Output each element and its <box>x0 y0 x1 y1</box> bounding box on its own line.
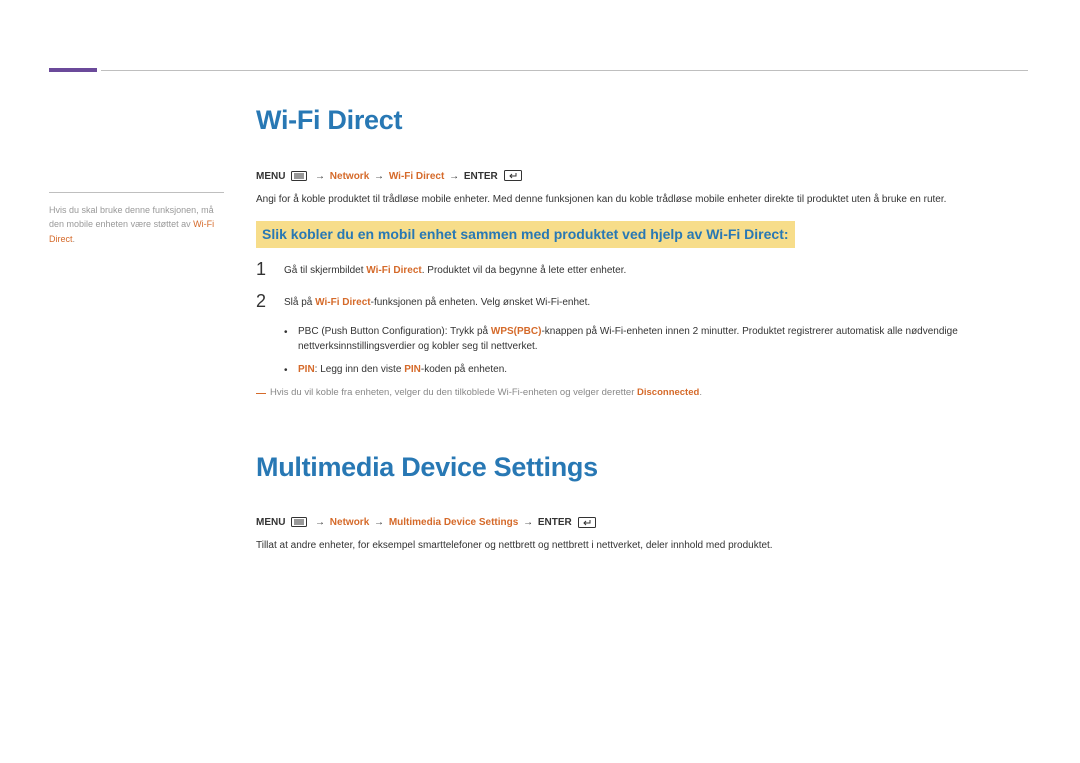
arrow-icon: → <box>313 517 327 528</box>
enter-icon <box>504 170 522 181</box>
bullet-2-suffix: -koden på enheten. <box>421 364 507 375</box>
accent-bar <box>49 68 97 72</box>
step-1-text: Gå til skjermbildet Wi-Fi Direct. Produk… <box>284 260 626 278</box>
bullet-1-prefix: PBC (Push Button Configuration): Trykk p… <box>298 326 491 337</box>
step-1-number: 1 <box>256 260 284 280</box>
section1-sub-heading: Slik kobler du en mobil enhet sammen med… <box>256 221 795 248</box>
arrow-icon: → <box>372 171 386 182</box>
step-2-highlight: Wi-Fi Direct <box>315 297 370 308</box>
section1-intro: Angi for å koble produktet til trådløse … <box>256 192 1028 208</box>
section1-nav-path: MENU → Network → Wi-Fi Direct → ENTER <box>256 169 1028 184</box>
section2-nav-path: MENU → Network → Multimedia Device Setti… <box>256 515 1028 530</box>
nav-menu-label: MENU <box>256 171 285 182</box>
step-1: 1 Gå til skjermbildet Wi-Fi Direct. Prod… <box>256 260 1028 280</box>
nav-network: Network <box>330 171 369 182</box>
bullet-dot-icon: • <box>284 324 298 340</box>
note-highlight: Disconnected <box>637 387 699 398</box>
nav-menu-label: MENU <box>256 517 285 528</box>
nav-enter-label: ENTER <box>464 171 498 182</box>
section2-intro: Tillat at andre enheter, for eksempel sm… <box>256 538 1028 554</box>
bullet-list: • PBC (Push Button Configuration): Trykk… <box>256 324 1028 378</box>
arrow-icon: → <box>521 517 535 528</box>
nav-enter-label: ENTER <box>538 517 572 528</box>
bullet-dot-icon: • <box>284 362 298 378</box>
step-2-prefix: Slå på <box>284 297 315 308</box>
bullet-2-mid: : Legg inn den viste <box>315 364 405 375</box>
note-suffix: . <box>699 387 702 398</box>
sidebar-divider <box>49 192 224 193</box>
note-dash-icon: ― <box>256 386 270 401</box>
section-2: Multimedia Device Settings MENU → Networ… <box>256 447 1028 554</box>
note-text: Hvis du vil koble fra enheten, velger du… <box>270 386 702 400</box>
step-2-text: Slå på Wi-Fi Direct-funksjonen på enhete… <box>284 292 590 310</box>
bullet-2-text: PIN: Legg inn den viste PIN-koden på enh… <box>298 362 507 377</box>
top-divider <box>101 70 1028 71</box>
arrow-icon: → <box>313 171 327 182</box>
enter-icon <box>578 517 596 528</box>
main-content: Wi-Fi Direct MENU → Network → Wi-Fi Dire… <box>256 100 1028 568</box>
sidebar-suffix: . <box>73 234 76 244</box>
bullet-1-text: PBC (Push Button Configuration): Trykk p… <box>298 324 1028 354</box>
step-1-highlight: Wi-Fi Direct <box>366 265 421 276</box>
note-row: ― Hvis du vil koble fra enheten, velger … <box>256 386 1028 401</box>
step-2-suffix: -funksjonen på enheten. Velg ønsket Wi-F… <box>371 297 591 308</box>
bullet-2-hl1: PIN <box>298 364 315 375</box>
step-2: 2 Slå på Wi-Fi Direct-funksjonen på enhe… <box>256 292 1028 312</box>
note-prefix: Hvis du vil koble fra enheten, velger du… <box>270 387 637 398</box>
nav-network: Network <box>330 517 369 528</box>
menu-icon <box>291 517 307 527</box>
arrow-icon: → <box>447 171 461 182</box>
arrow-icon: → <box>372 517 386 528</box>
sidebar-prefix: Hvis du skal bruke denne funksjonen, må … <box>49 205 214 229</box>
nav-multimedia: Multimedia Device Settings <box>389 517 518 528</box>
section2-title: Multimedia Device Settings <box>256 447 1028 488</box>
step-1-suffix: . Produktet vil da begynne å lete etter … <box>422 265 627 276</box>
nav-wifi-direct: Wi-Fi Direct <box>389 171 444 182</box>
bullet-2: • PIN: Legg inn den viste PIN-koden på e… <box>284 362 1028 378</box>
sidebar-text: Hvis du skal bruke denne funksjonen, må … <box>49 203 224 246</box>
menu-icon <box>291 171 307 181</box>
step-1-prefix: Gå til skjermbildet <box>284 265 366 276</box>
sidebar-note: Hvis du skal bruke denne funksjonen, må … <box>49 192 224 246</box>
section1-title: Wi-Fi Direct <box>256 100 1028 141</box>
bullet-2-hl2: PIN <box>404 364 421 375</box>
bullet-1: • PBC (Push Button Configuration): Trykk… <box>284 324 1028 354</box>
bullet-1-highlight: WPS(PBC) <box>491 326 542 337</box>
step-2-number: 2 <box>256 292 284 312</box>
